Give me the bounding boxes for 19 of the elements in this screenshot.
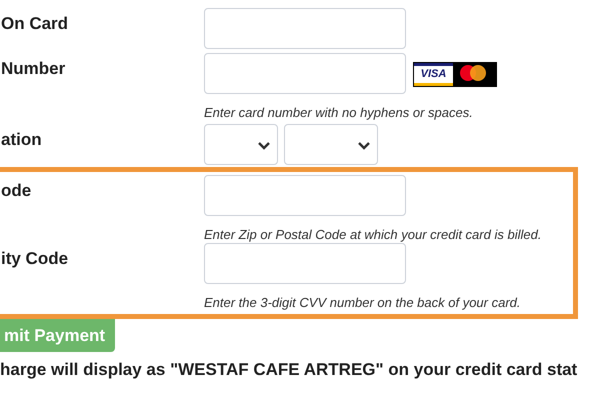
field-label: ode bbox=[1, 181, 32, 200]
field-label: On Card bbox=[1, 14, 68, 33]
hint-text: Enter Zip or Postal Code at which your credit card is billed. bbox=[204, 227, 542, 242]
text-field[interactable] bbox=[204, 8, 406, 49]
field-label: ity Code bbox=[1, 249, 68, 268]
field-label: Number bbox=[1, 59, 66, 78]
hint-text: Enter the 3-digit CVV number on the back of your card. bbox=[204, 295, 521, 310]
year-select[interactable] bbox=[284, 124, 378, 165]
chevron-down-icon bbox=[358, 142, 370, 150]
hint-text: Enter card number with no hyphens or spaces. bbox=[204, 105, 473, 120]
chevron-down-icon bbox=[258, 142, 270, 150]
charge-notice: harge will display as "WESTAF CAFE ARTREG" on your credit card stat bbox=[0, 360, 578, 379]
text-field[interactable] bbox=[204, 53, 406, 94]
text-field[interactable] bbox=[204, 243, 406, 284]
text-field[interactable] bbox=[204, 175, 406, 216]
submit-button[interactable]: mit Payment bbox=[0, 319, 116, 352]
field-label: ation bbox=[1, 130, 42, 149]
visa-logo: VISA bbox=[420, 69, 448, 80]
month-select[interactable] bbox=[204, 124, 278, 165]
